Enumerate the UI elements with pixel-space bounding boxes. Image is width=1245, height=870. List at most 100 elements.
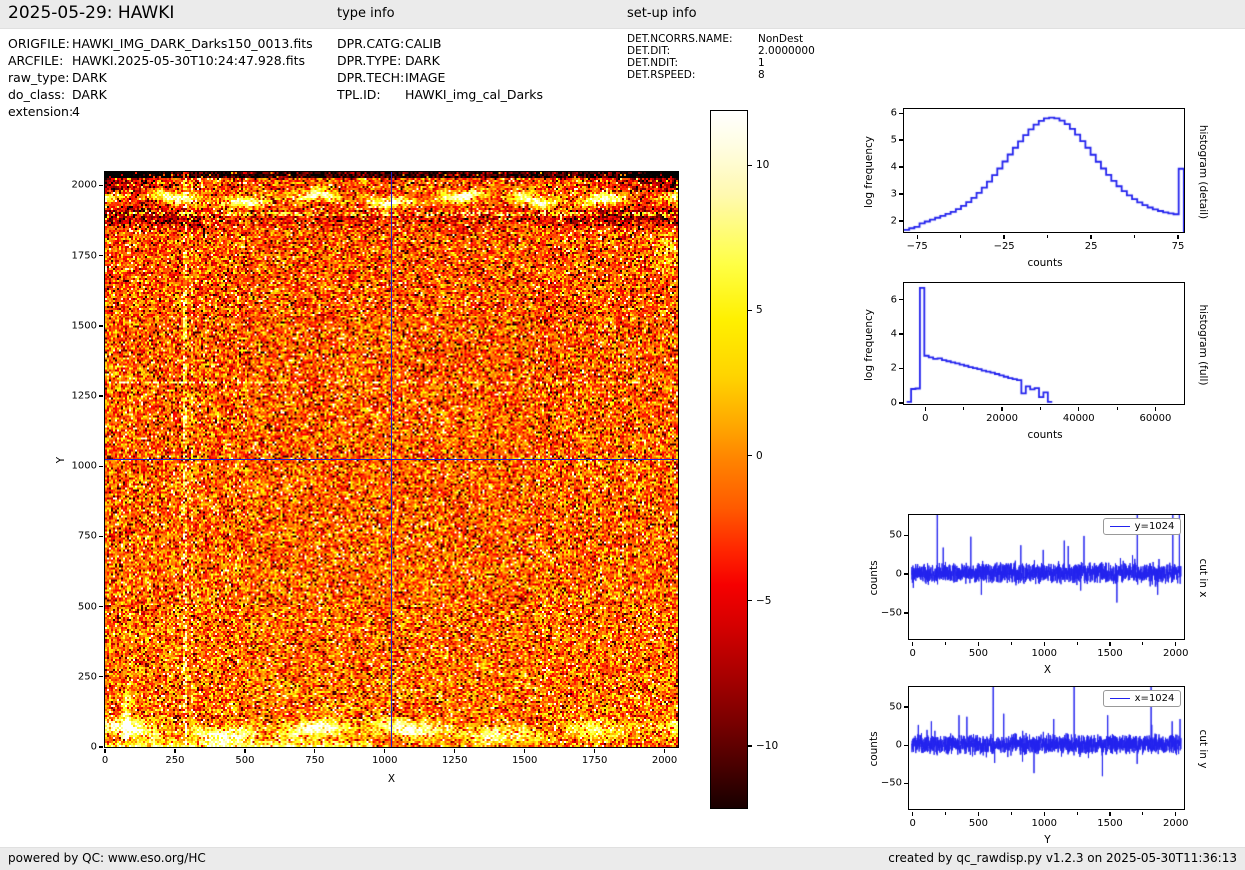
y-tick bbox=[99, 465, 103, 467]
x-tick-label: 0 bbox=[909, 818, 916, 829]
x-tick-label: 500 bbox=[968, 648, 988, 659]
y-tick bbox=[904, 744, 908, 746]
cut-in-y-legend: x=1024 bbox=[1102, 690, 1182, 708]
x-tick bbox=[244, 749, 246, 753]
x-tick-label: 1000 bbox=[1031, 648, 1057, 659]
qc-report-page: 2025-05-29: HAWKI type info set-up info … bbox=[0, 0, 1245, 870]
section-header-setup-info: set-up info bbox=[627, 6, 697, 21]
x-minor-tick bbox=[1039, 407, 1041, 410]
info-value: IMAGE bbox=[405, 70, 446, 85]
x-tick-label: 1750 bbox=[581, 755, 608, 766]
info-row: raw_type: DARK bbox=[8, 69, 313, 86]
x-tick bbox=[1043, 812, 1045, 816]
colorbar-tick bbox=[747, 164, 752, 166]
y-tick-label: 1750 bbox=[71, 250, 97, 262]
x-minor-tick bbox=[1010, 642, 1012, 645]
colorbar-tick bbox=[747, 600, 752, 602]
y-tick-label: 0 bbox=[895, 568, 902, 580]
x-minor-tick bbox=[1116, 407, 1118, 410]
y-tick bbox=[99, 395, 103, 397]
legend-label: x=1024 bbox=[1134, 693, 1175, 705]
x-tick bbox=[1003, 235, 1005, 239]
x-minor-tick bbox=[1142, 642, 1144, 645]
x-minor-tick bbox=[963, 407, 965, 410]
info-row: DET.RSPEED: 8 bbox=[627, 69, 815, 81]
y-tick bbox=[899, 367, 903, 370]
info-label: DPR.TYPE: bbox=[337, 53, 402, 68]
x-tick bbox=[1001, 407, 1003, 411]
info-value: HAWKI_IMG_DARK_Darks150_0013.fits bbox=[72, 36, 313, 51]
info-value: 1 bbox=[758, 57, 765, 69]
colorbar-tick bbox=[747, 454, 752, 457]
histogram-full-xlabel: counts bbox=[1027, 429, 1063, 441]
x-tick bbox=[593, 749, 596, 753]
x-tick bbox=[924, 407, 926, 411]
x-tick-label: 500 bbox=[235, 755, 255, 766]
cut-in-x-plot: y=1024 bbox=[908, 514, 1186, 641]
x-tick-label: 250 bbox=[165, 755, 185, 766]
x-tick bbox=[1043, 642, 1045, 646]
x-minor-tick bbox=[960, 235, 962, 238]
y-tick-label: 5 bbox=[890, 134, 897, 146]
info-label: raw_type: bbox=[8, 70, 70, 85]
x-tick-label: 0 bbox=[101, 755, 109, 766]
setup-info-block: DET.NCORRS.NAME: NonDest DET.DIT: 2.000000… bbox=[627, 33, 815, 81]
y-tick bbox=[99, 746, 103, 748]
x-tick bbox=[314, 749, 316, 753]
y-tick bbox=[904, 612, 908, 614]
info-label: TPL.ID: bbox=[337, 87, 381, 102]
x-tick bbox=[977, 642, 980, 646]
y-tick bbox=[99, 325, 103, 327]
y-tick bbox=[899, 139, 903, 141]
colorbar bbox=[710, 110, 748, 809]
x-tick bbox=[1177, 235, 1179, 239]
y-tick bbox=[99, 255, 103, 257]
y-tick-label: 500 bbox=[77, 601, 97, 613]
y-tick-label: 1500 bbox=[71, 320, 97, 332]
info-row: DET.NDIT: 1 bbox=[627, 57, 815, 69]
y-tick-label: 2 bbox=[890, 215, 897, 227]
x-minor-tick bbox=[944, 642, 947, 645]
y-tick-label: 50 bbox=[889, 701, 902, 713]
y-tick bbox=[899, 220, 903, 222]
main-image-plot bbox=[103, 170, 679, 748]
colorbar-tick-label: −10 bbox=[756, 740, 779, 752]
y-tick-label: 4 bbox=[890, 161, 897, 173]
info-row: ORIGFILE: HAWKI_IMG_DARK_Darks150_0013.fi… bbox=[8, 35, 313, 52]
y-tick-label: 50 bbox=[889, 529, 902, 541]
x-tick-label: 1000 bbox=[1031, 818, 1057, 829]
legend-label: y=1024 bbox=[1134, 521, 1175, 533]
x-tick bbox=[1109, 812, 1111, 816]
section-header-type-info: type info bbox=[337, 6, 395, 21]
y-tick bbox=[904, 706, 908, 708]
x-tick-label: 2000 bbox=[1163, 818, 1189, 829]
x-minor-tick bbox=[1047, 235, 1049, 238]
x-tick bbox=[174, 749, 176, 753]
info-label: DET.DIT: bbox=[627, 45, 671, 57]
colorbar-tick bbox=[747, 309, 752, 312]
y-tick bbox=[99, 676, 103, 678]
info-label: DET.NDIT: bbox=[627, 57, 679, 69]
x-tick bbox=[1175, 812, 1177, 816]
x-minor-tick bbox=[1010, 812, 1012, 815]
x-minor-tick bbox=[944, 812, 947, 815]
x-minor-tick bbox=[1076, 812, 1078, 815]
info-value: DARK bbox=[72, 87, 107, 102]
x-minor-tick bbox=[1076, 642, 1078, 645]
info-label: DET.RSPEED: bbox=[627, 69, 696, 81]
colorbar-tick-label: 0 bbox=[756, 449, 763, 462]
x-tick bbox=[911, 642, 914, 646]
x-tick bbox=[1175, 642, 1177, 646]
x-tick bbox=[916, 235, 918, 239]
y-tick-label: 250 bbox=[77, 671, 97, 683]
cut-in-y-plot: x=1024 bbox=[908, 686, 1186, 811]
y-tick bbox=[99, 535, 103, 538]
cut-in-x-xlabel: X bbox=[1043, 664, 1052, 676]
y-tick bbox=[899, 112, 903, 114]
x-tick-label: −25 bbox=[993, 241, 1015, 252]
footer-right-text: created by qc_rawdisp.py v1.2.3 on 2025-… bbox=[888, 851, 1237, 865]
x-tick bbox=[1154, 407, 1157, 411]
crosshair-horizontal-line bbox=[104, 459, 678, 461]
info-label: DET.NCORRS.NAME: bbox=[627, 33, 733, 45]
x-tick-label: 60000 bbox=[1139, 413, 1172, 424]
